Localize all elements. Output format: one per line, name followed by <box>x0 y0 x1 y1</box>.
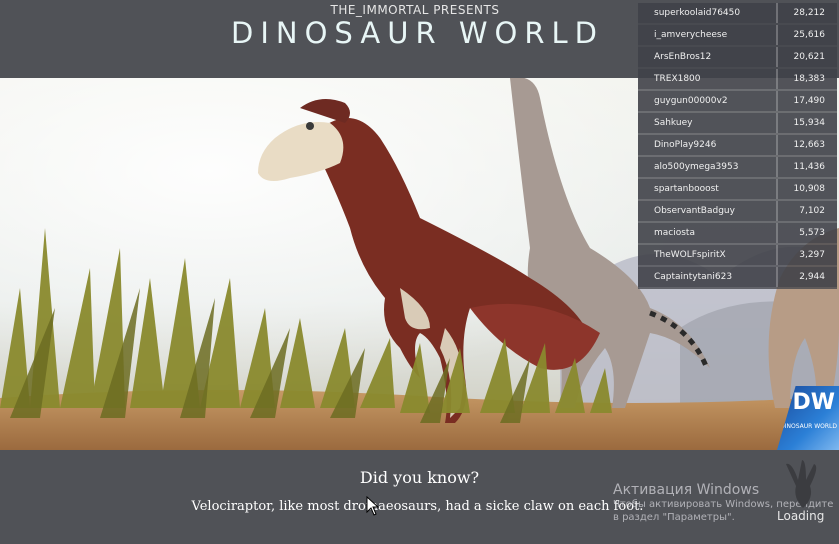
player-name: superkoolaid76450 <box>638 3 778 23</box>
player-score: 15,934 <box>793 118 826 128</box>
leaderboard: superkoolaid76450 28,212 i_amverycheese 25… <box>638 3 837 289</box>
leaderboard-row[interactable]: DinoPlay9246 12,663 <box>638 135 837 155</box>
leaderboard-row[interactable]: superkoolaid76450 28,212 <box>638 3 837 23</box>
leaderboard-row[interactable]: ObservantBadguy 7,102 <box>638 201 837 221</box>
player-score: 10,908 <box>793 184 826 194</box>
player-score: 20,621 <box>793 52 826 62</box>
leaderboard-row[interactable]: alo500ymega3953 11,436 <box>638 157 837 177</box>
player-score: 5,573 <box>799 228 825 238</box>
player-name: spartanbooost <box>638 179 778 199</box>
logo-initials: DW <box>792 390 835 415</box>
player-score: 17,490 <box>793 96 826 106</box>
footprint-icon <box>786 460 817 508</box>
player-name: TREX1800 <box>638 69 778 89</box>
player-score: 12,663 <box>793 140 826 150</box>
leaderboard-row[interactable]: maciosta 5,573 <box>638 223 837 243</box>
leaderboard-row[interactable]: Captaintytani623 2,944 <box>638 267 837 287</box>
leaderboard-row[interactable]: ArsEnBros12 20,621 <box>638 47 837 67</box>
player-score: 7,102 <box>799 206 825 216</box>
player-name: TheWOLFspiritX <box>638 245 778 265</box>
player-score: 18,383 <box>793 74 826 84</box>
loading-label: Loading <box>777 509 825 523</box>
leaderboard-row[interactable]: guygun00000v2 17,490 <box>638 91 837 111</box>
mouse-cursor-icon <box>366 496 380 516</box>
leaderboard-row[interactable]: spartanbooost 10,908 <box>638 179 837 199</box>
leaderboard-row[interactable]: TheWOLFspiritX 3,297 <box>638 245 837 265</box>
leaderboard-row[interactable]: i_amverycheese 25,616 <box>638 25 837 45</box>
player-score: 28,212 <box>793 8 826 18</box>
player-name: i_amverycheese <box>638 25 778 45</box>
player-score: 2,944 <box>799 272 825 282</box>
player-score: 11,436 <box>793 162 826 172</box>
logo-name: DINOSAUR WORLD <box>780 423 837 430</box>
leaderboard-row[interactable]: TREX1800 18,383 <box>638 69 837 89</box>
player-name: ObservantBadguy <box>638 201 778 221</box>
player-score: 25,616 <box>793 30 826 40</box>
player-name: alo500ymega3953 <box>638 157 778 177</box>
player-score: 3,297 <box>799 250 825 260</box>
player-name: maciosta <box>638 223 778 243</box>
player-name: Sahkuey <box>638 113 778 133</box>
player-name: guygun00000v2 <box>638 91 778 111</box>
player-name: ArsEnBros12 <box>638 47 778 67</box>
loading-footer: Did you know? Velociraptor, like most dr… <box>0 450 839 544</box>
player-name: Captaintytani623 <box>638 267 778 287</box>
player-name: DinoPlay9246 <box>638 135 778 155</box>
leaderboard-row[interactable]: Sahkuey 15,934 <box>638 113 837 133</box>
